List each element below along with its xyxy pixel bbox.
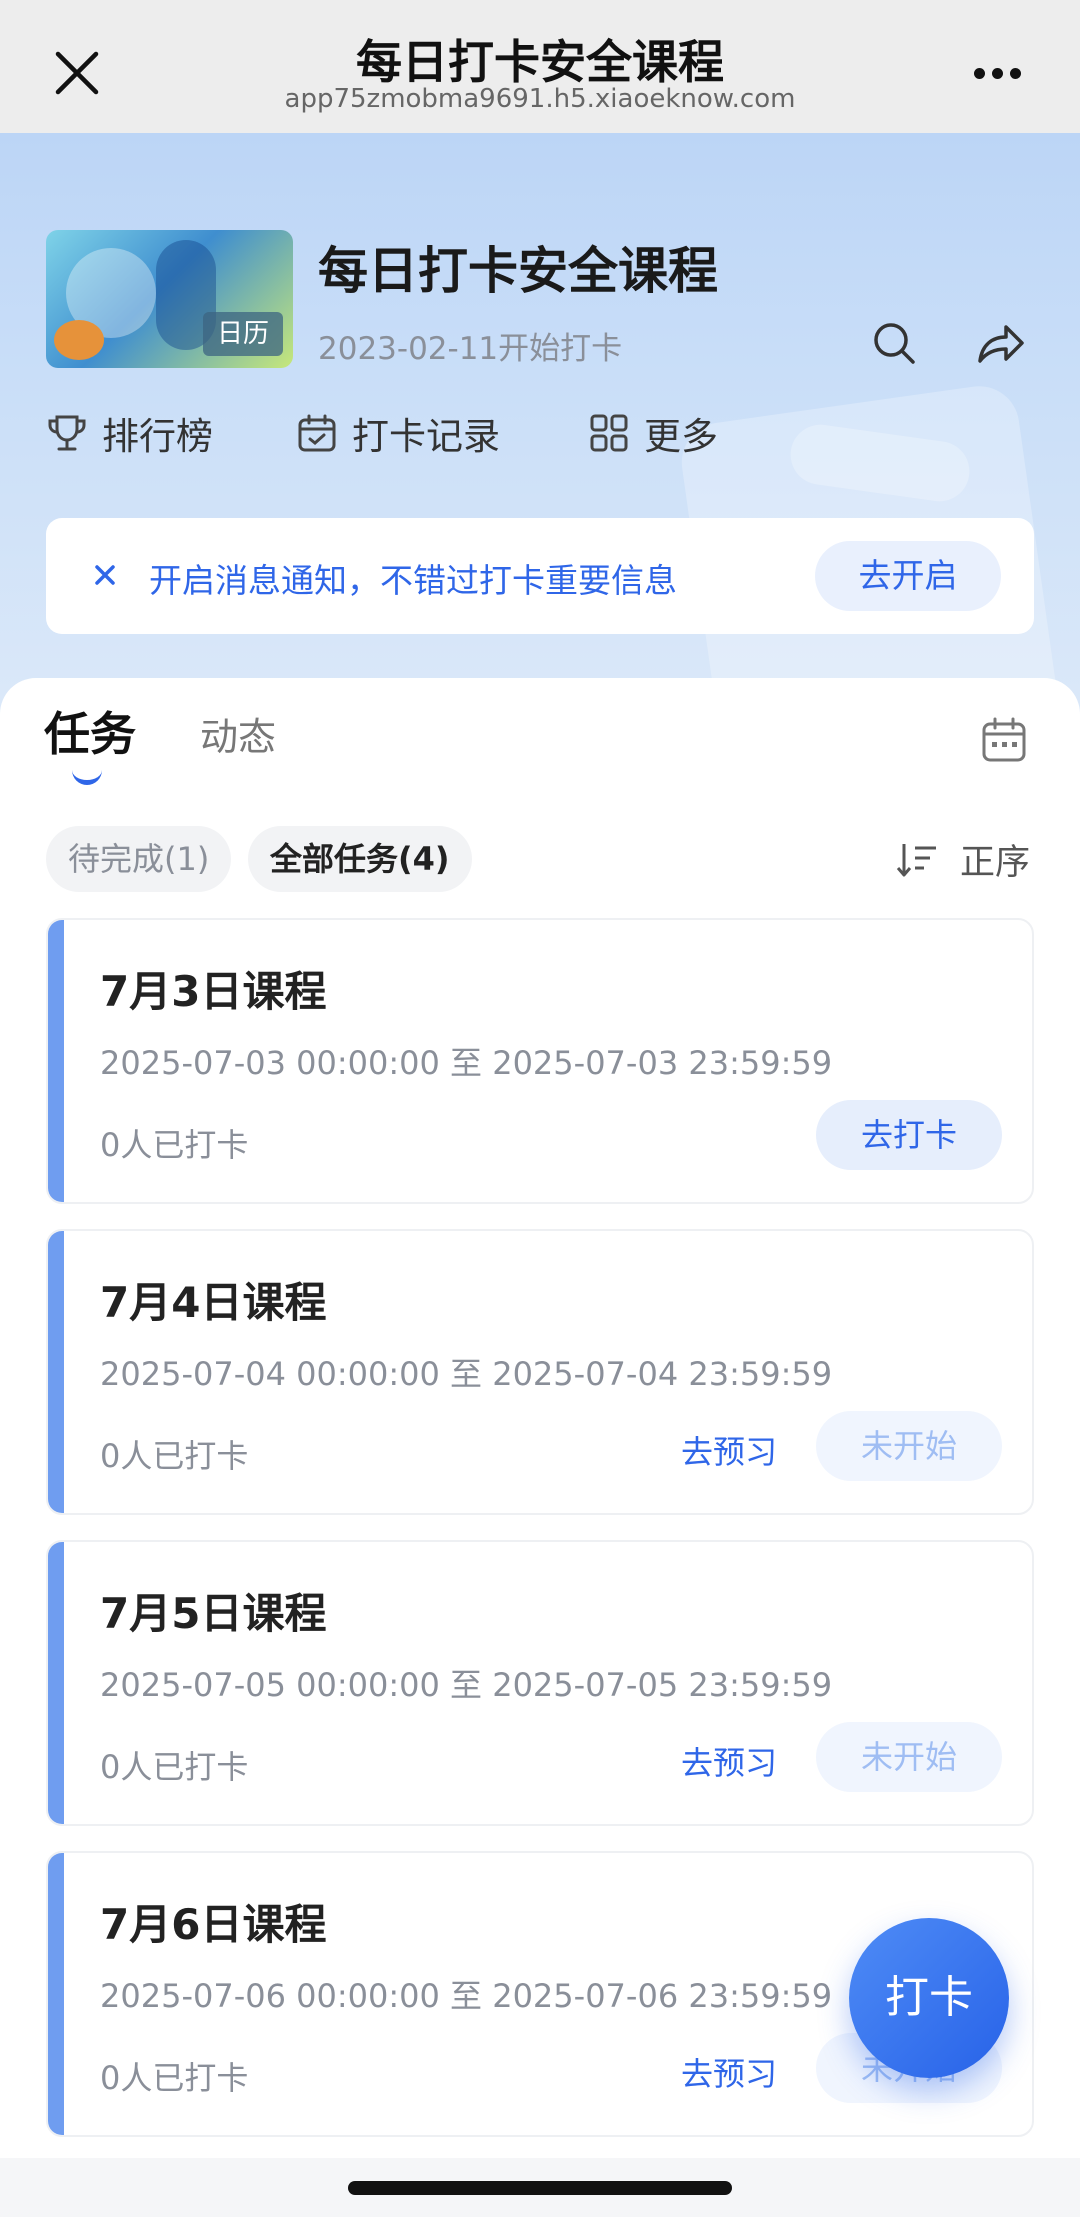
filter-all[interactable]: 全部任务(4)	[248, 826, 472, 892]
sort-icon	[896, 843, 936, 876]
not-started-button: 未开始	[816, 1411, 1002, 1481]
notification-text: 开启消息通知，不错过打卡重要信息	[149, 561, 677, 600]
task-time-range: 2025-07-06 00:00:00 至 2025-07-06 23:59:5…	[100, 1977, 833, 2015]
checkin-count: 0人已打卡	[100, 2059, 249, 2097]
tab-feed[interactable]: 动态	[200, 706, 276, 761]
checkin-button[interactable]: 去打卡	[816, 1100, 1002, 1170]
checkin-record-link[interactable]: 打卡记录	[296, 403, 500, 463]
checkin-count: 0人已打卡	[100, 1748, 249, 1786]
sort-toggle[interactable]: 正序	[896, 834, 1030, 885]
dismiss-icon[interactable]	[88, 558, 122, 592]
task-card[interactable]: 7月4日课程 2025-07-04 00:00:00 至 2025-07-04 …	[46, 1229, 1034, 1515]
task-title: 7月4日课程	[100, 1278, 327, 1327]
course-name: 每日打卡安全课程	[318, 242, 718, 300]
tab-tasks[interactable]: 任务	[44, 698, 136, 764]
home-indicator	[348, 2181, 732, 2195]
more-link[interactable]: 更多	[588, 403, 718, 463]
calendar-tag: 日历	[203, 312, 283, 356]
leaderboard-label: 排行榜	[102, 415, 213, 458]
checkin-count: 0人已打卡	[100, 1126, 249, 1164]
active-tab-indicator	[72, 766, 102, 785]
preview-link[interactable]: 去预习	[681, 2049, 777, 2095]
calendar-icon[interactable]	[980, 716, 1028, 764]
more-label: 更多	[644, 415, 718, 458]
more-icon[interactable]	[974, 64, 1034, 80]
notification-banner: 开启消息通知，不错过打卡重要信息 去开启	[46, 518, 1034, 634]
trophy-icon	[48, 415, 86, 451]
sort-label: 正序	[960, 843, 1031, 883]
checkin-count: 0人已打卡	[100, 1437, 249, 1475]
preview-link[interactable]: 去预习	[681, 1738, 777, 1784]
calendar-check-icon	[298, 414, 336, 452]
top-bar: 每日打卡安全课程 app75zmobma9691.h5.xiaoeknow.co…	[0, 0, 1080, 133]
page-title: 每日打卡安全课程	[356, 35, 724, 89]
preview-link[interactable]: 去预习	[681, 1427, 777, 1473]
task-card[interactable]: 7月3日课程 2025-07-03 00:00:00 至 2025-07-03 …	[46, 918, 1034, 1204]
card-accent-bar	[48, 1231, 64, 1513]
card-accent-bar	[48, 920, 64, 1202]
share-icon[interactable]	[974, 319, 1026, 367]
grid-icon	[590, 414, 628, 452]
task-title: 7月6日课程	[100, 1900, 327, 1949]
not-started-button: 未开始	[816, 1722, 1002, 1792]
checkin-fab-button[interactable]: 打卡	[849, 1918, 1009, 2078]
course-start-date: 2023-02-11开始打卡	[318, 331, 623, 367]
task-title: 7月5日课程	[100, 1589, 327, 1638]
task-time-range: 2025-07-05 00:00:00 至 2025-07-05 23:59:5…	[100, 1666, 833, 1704]
task-time-range: 2025-07-03 00:00:00 至 2025-07-03 23:59:5…	[100, 1044, 833, 1082]
checkin-record-label: 打卡记录	[352, 415, 500, 458]
card-accent-bar	[48, 1853, 64, 2135]
page-url: app75zmobma9691.h5.xiaoeknow.com	[284, 84, 796, 114]
task-card[interactable]: 7月5日课程 2025-07-05 00:00:00 至 2025-07-05 …	[46, 1540, 1034, 1826]
leaderboard-link[interactable]: 排行榜	[46, 403, 213, 463]
search-icon[interactable]	[870, 319, 918, 367]
course-header: 日历 每日打卡安全课程 2023-02-11开始打卡 排行榜 打卡记录 更多 开…	[0, 133, 1080, 733]
card-accent-bar	[48, 1542, 64, 1824]
task-time-range: 2025-07-04 00:00:00 至 2025-07-04 23:59:5…	[100, 1355, 833, 1393]
task-title: 7月3日课程	[100, 967, 327, 1016]
course-cover-image[interactable]: 日历	[46, 230, 293, 368]
filter-pending[interactable]: 待完成(1)	[46, 826, 232, 892]
enable-notification-button[interactable]: 去开启	[815, 541, 1001, 611]
